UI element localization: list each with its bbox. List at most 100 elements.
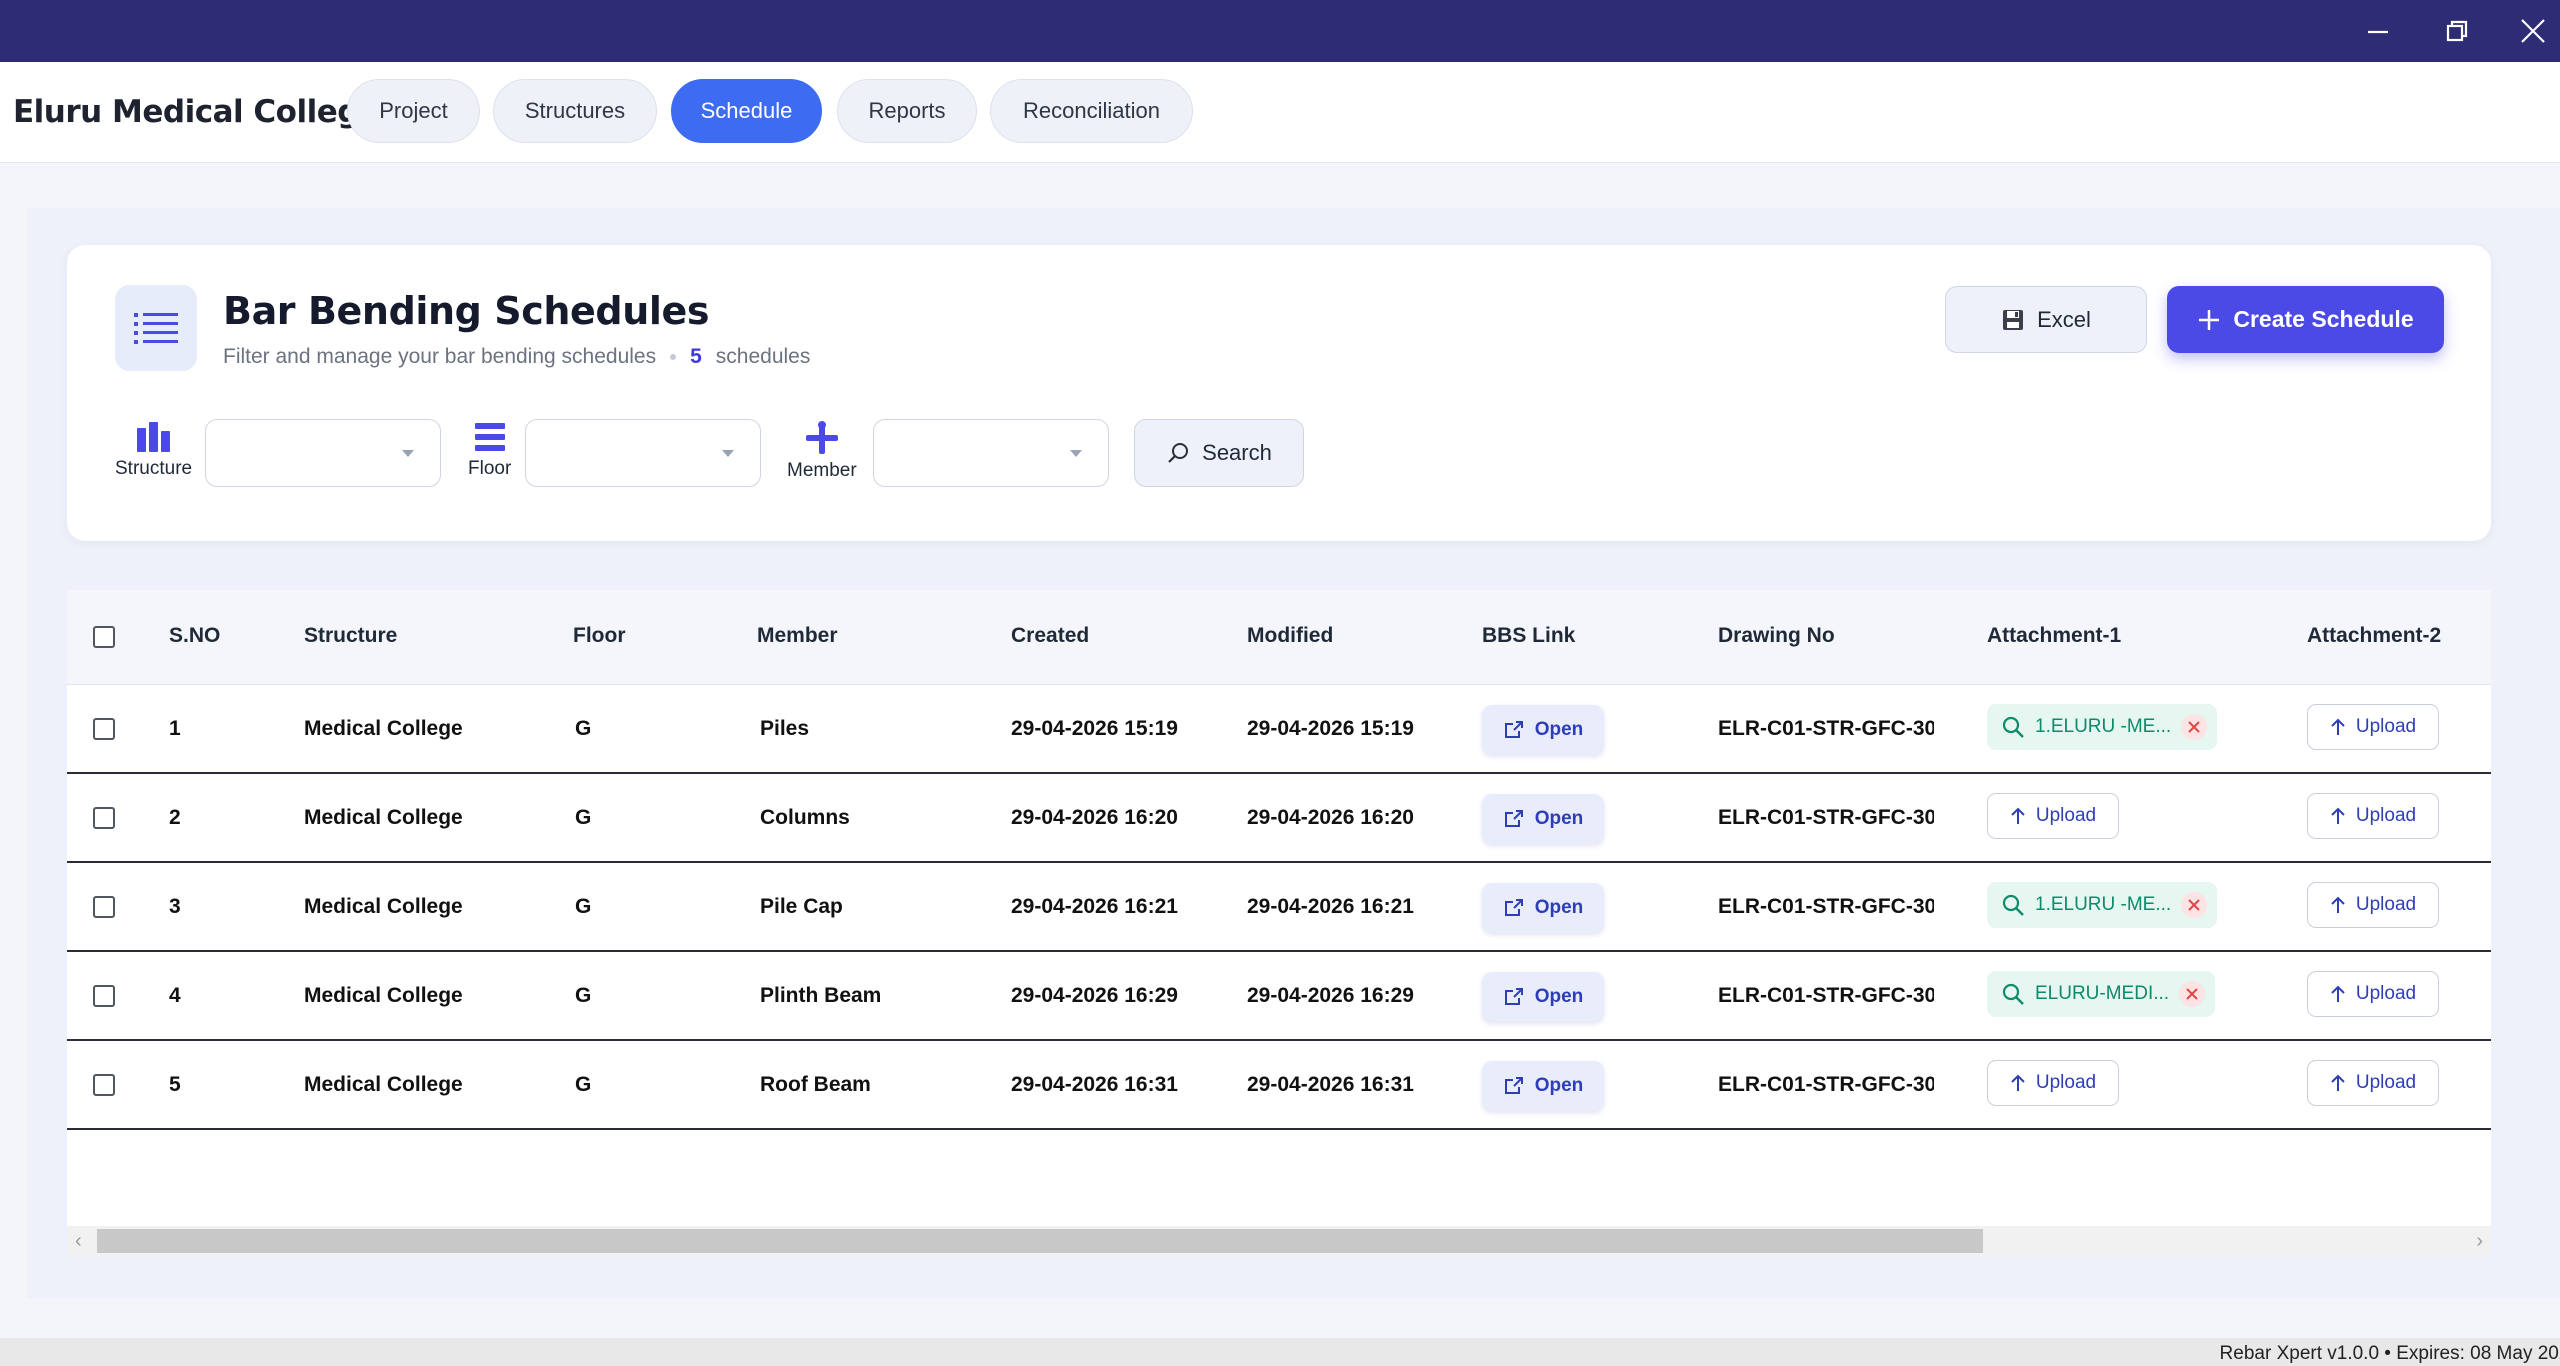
scrollbar-thumb[interactable]	[97, 1229, 1983, 1253]
tab-reconciliation[interactable]: Reconciliation	[990, 79, 1193, 143]
table-row[interactable]: 3 Medical College G Pile Cap 29-04-2026 …	[67, 863, 2491, 952]
row-member: Piles	[760, 717, 810, 740]
bbs-open-button[interactable]: Open	[1482, 705, 1604, 755]
column-header-member: Member	[757, 624, 838, 647]
column-header-attachment-2: Attachment-2	[2307, 624, 2442, 647]
open-label: Open	[1534, 808, 1584, 829]
upload-arrow-icon	[2331, 718, 2345, 735]
row-member: Columns	[760, 806, 850, 829]
upload-arrow-icon	[2331, 896, 2345, 913]
excel-export-button[interactable]: Excel	[1945, 286, 2147, 353]
structure-select[interactable]	[205, 419, 441, 487]
scroll-right-icon[interactable]: ›	[2476, 1230, 2483, 1253]
remove-attachment-button[interactable]	[2181, 892, 2208, 918]
attachment-2-upload-button[interactable]: Upload	[2307, 971, 2439, 1017]
bbs-open-button[interactable]: Open	[1482, 794, 1604, 844]
row-structure: Medical College	[304, 717, 463, 740]
separator-dot	[670, 354, 677, 360]
schedule-table: S.NO Structure Floor Member Created Modi…	[67, 590, 2491, 1256]
subtitle-text: Filter and manage your bar bending sched…	[223, 345, 657, 368]
row-floor: G	[575, 1073, 592, 1096]
page-subtitle: Filter and manage your bar bending sched…	[223, 345, 810, 369]
row-modified: 29-04-2026 16:29	[1247, 984, 1414, 1007]
scroll-left-icon[interactable]: ‹	[75, 1230, 82, 1253]
upload-label: Upload	[2355, 983, 2417, 1004]
column-header-attachment-1: Attachment-1	[1987, 624, 2122, 647]
attachment-1-name[interactable]: ELURU-MEDI...	[2035, 983, 2169, 1005]
chevron-down-icon	[722, 450, 734, 457]
column-header-structure: Structure	[304, 624, 398, 647]
attachment-1-upload-button[interactable]: Upload	[1987, 1060, 2119, 1106]
tab-schedule[interactable]: Schedule	[671, 79, 822, 143]
tab-reports[interactable]: Reports	[837, 79, 977, 143]
tab-structures[interactable]: Structures	[493, 79, 657, 143]
row-sno: 3	[169, 895, 181, 918]
bbs-open-button[interactable]: Open	[1482, 883, 1604, 933]
external-link-icon	[1504, 899, 1523, 916]
row-checkbox[interactable]	[93, 985, 115, 1007]
row-created: 29-04-2026 16:31	[1011, 1073, 1178, 1096]
row-member: Pile Cap	[760, 895, 843, 918]
minimize-button[interactable]	[2343, 0, 2413, 62]
close-icon	[2186, 988, 2198, 1000]
upload-label: Upload	[2355, 716, 2417, 737]
chevron-down-icon	[1070, 450, 1082, 457]
row-structure: Medical College	[304, 806, 463, 829]
attachment-1-name[interactable]: 1.ELURU -ME...	[2035, 716, 2171, 738]
attachment-2-upload-button[interactable]: Upload	[2307, 793, 2439, 839]
attachment-2-upload-button[interactable]: Upload	[2307, 1060, 2439, 1106]
tab-project[interactable]: Project	[347, 79, 480, 143]
column-header-floor: Floor	[573, 624, 626, 647]
row-structure: Medical College	[304, 895, 463, 918]
row-checkbox[interactable]	[93, 896, 115, 918]
member-filter-label: Member	[787, 460, 857, 481]
upload-label: Upload	[2035, 805, 2097, 826]
plus-icon	[2199, 309, 2220, 330]
floor-filter-group: Floor	[468, 420, 511, 480]
chevron-down-icon	[402, 450, 414, 457]
row-floor: G	[575, 984, 592, 1007]
attachment-1-chip[interactable]: 1.ELURU -ME...	[1987, 882, 2218, 928]
row-floor: G	[575, 717, 592, 740]
attachment-1-upload-button[interactable]: Upload	[1987, 793, 2119, 839]
row-created: 29-04-2026 16:29	[1011, 984, 1178, 1007]
table-row[interactable]: 1 Medical College G Piles 29-04-2026 15:…	[67, 685, 2491, 774]
member-select[interactable]	[873, 419, 1109, 487]
search-icon	[1168, 443, 1189, 463]
structure-filter-group: Structure	[115, 420, 192, 480]
attachment-2-upload-button[interactable]: Upload	[2307, 882, 2439, 928]
row-checkbox[interactable]	[93, 718, 115, 740]
row-checkbox[interactable]	[93, 1074, 115, 1096]
open-label: Open	[1534, 1075, 1584, 1096]
row-checkbox[interactable]	[93, 807, 115, 829]
external-link-icon	[1504, 1077, 1523, 1094]
floor-select[interactable]	[525, 419, 761, 487]
horizontal-scrollbar[interactable]: ‹ ›	[67, 1226, 2491, 1256]
upload-arrow-icon	[2011, 1074, 2025, 1091]
member-icon	[805, 421, 838, 454]
select-all-checkbox[interactable]	[93, 626, 115, 648]
remove-attachment-button[interactable]	[2179, 981, 2206, 1007]
table-row[interactable]: 5 Medical College G Roof Beam 29-04-2026…	[67, 1041, 2491, 1130]
create-schedule-label: Create Schedule	[2233, 306, 2414, 332]
minimize-icon	[2368, 30, 2388, 34]
table-header: S.NO Structure Floor Member Created Modi…	[67, 590, 2491, 685]
row-sno: 2	[169, 806, 181, 829]
upload-label: Upload	[2355, 894, 2417, 915]
bbs-open-button[interactable]: Open	[1482, 1061, 1604, 1111]
restore-button[interactable]	[2422, 0, 2492, 62]
schedule-count-label: schedules	[715, 345, 811, 368]
row-floor: G	[575, 895, 592, 918]
attachment-1-chip[interactable]: ELURU-MEDI...	[1987, 971, 2216, 1017]
remove-attachment-button[interactable]	[2181, 714, 2208, 740]
attachment-2-upload-button[interactable]: Upload	[2307, 704, 2439, 750]
close-button[interactable]	[2498, 0, 2560, 62]
attachment-1-chip[interactable]: 1.ELURU -ME...	[1987, 704, 2218, 750]
page-title: Bar Bending Schedules	[223, 289, 710, 333]
attachment-1-name[interactable]: 1.ELURU -ME...	[2035, 894, 2171, 916]
table-row[interactable]: 2 Medical College G Columns 29-04-2026 1…	[67, 774, 2491, 863]
create-schedule-button[interactable]: Create Schedule	[2167, 286, 2444, 353]
table-row[interactable]: 4 Medical College G Plinth Beam 29-04-20…	[67, 952, 2491, 1041]
bbs-open-button[interactable]: Open	[1482, 972, 1604, 1022]
search-button[interactable]: Search	[1134, 419, 1304, 487]
